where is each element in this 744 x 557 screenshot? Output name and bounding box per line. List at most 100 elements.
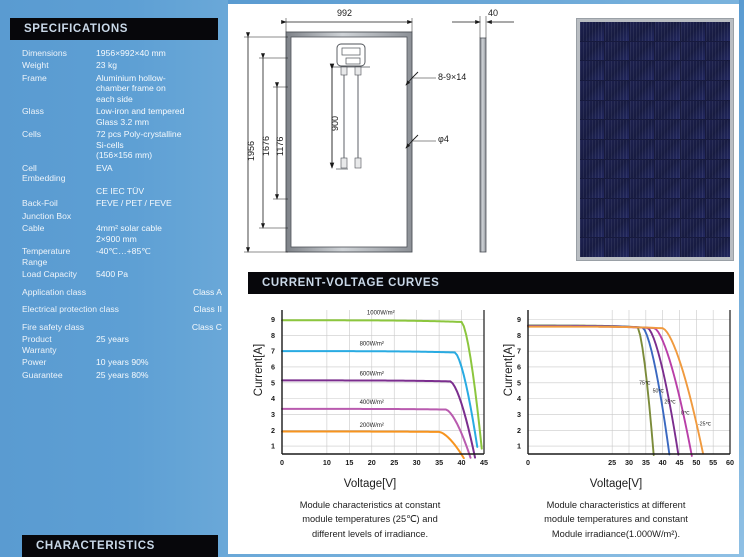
chart-irradiance: 1000W/m²800W/m²600W/m²400W/m²200W/m²0101… bbox=[248, 302, 492, 555]
solar-cell bbox=[655, 160, 679, 179]
solar-cell bbox=[655, 238, 679, 257]
solar-cell bbox=[706, 238, 730, 257]
solar-cell bbox=[681, 160, 705, 179]
spec-value: FEVE / PET / FEVE bbox=[96, 198, 222, 208]
solar-cell bbox=[655, 179, 679, 198]
dim-height3-label: 1176 bbox=[275, 137, 285, 156]
solar-cell bbox=[630, 238, 654, 257]
spec-label: Power bbox=[22, 357, 96, 367]
solar-cell bbox=[655, 219, 679, 238]
solar-cell bbox=[681, 179, 705, 198]
y-tick-label: 8 bbox=[271, 331, 275, 340]
solar-cell bbox=[630, 160, 654, 179]
curve-label--25℃: -25℃ bbox=[698, 422, 711, 428]
solar-cell bbox=[655, 22, 679, 41]
x-tick-label: 30 bbox=[413, 458, 421, 467]
y-tick-label: 3 bbox=[517, 410, 521, 419]
curves-title: CURRENT-VOLTAGE CURVES bbox=[248, 277, 439, 289]
curve--25℃ bbox=[528, 327, 703, 454]
solar-cell bbox=[681, 81, 705, 100]
characteristics-title: CHARACTERISTICS bbox=[22, 540, 155, 552]
solar-cell bbox=[580, 81, 604, 100]
spec-row: GlassLow-iron and tempered Glass 3.2 mm bbox=[22, 106, 222, 127]
spec-row: Fire safety classClass C bbox=[22, 322, 222, 332]
y-tick-label: 3 bbox=[271, 410, 275, 419]
solar-cell bbox=[681, 22, 705, 41]
spec-value: 1956×992×40 mm bbox=[96, 48, 222, 58]
dim-cable-label: 900 bbox=[330, 116, 340, 131]
spec-label: Electrical protection class bbox=[22, 304, 150, 314]
spec-value: EVA bbox=[96, 163, 222, 173]
y-tick-label: 5 bbox=[517, 378, 521, 387]
y-tick-label: 1 bbox=[517, 442, 521, 451]
y-tick-label: 4 bbox=[517, 394, 521, 403]
x-tick-label: 60 bbox=[726, 458, 734, 467]
y-tick-label: 1 bbox=[271, 442, 275, 451]
spec-label: Cable bbox=[22, 223, 96, 233]
curve-label-0℃: 0℃ bbox=[681, 410, 690, 416]
solar-cell bbox=[580, 179, 604, 198]
spec-row: Guarantee25 years 80% bbox=[22, 370, 222, 380]
solar-cell bbox=[580, 238, 604, 257]
dim-height2-label: 1676 bbox=[261, 136, 271, 156]
y-tick-label: 6 bbox=[271, 363, 275, 372]
spec-row: Electrical protection classClass II bbox=[22, 304, 222, 314]
x-tick-label: 30 bbox=[625, 458, 633, 467]
spec-label: Load Capacity bbox=[22, 269, 96, 279]
x-tick-label: 40 bbox=[458, 458, 466, 467]
curve-1000W/m² bbox=[282, 320, 482, 448]
y-tick-label: 9 bbox=[517, 315, 521, 324]
solar-cell bbox=[580, 140, 604, 159]
solar-cell bbox=[580, 120, 604, 139]
solar-cell bbox=[605, 120, 629, 139]
chart-irradiance-caption: Module characteristics at constant modul… bbox=[248, 498, 492, 541]
chart-temperature-caption: Module characteristics at different modu… bbox=[494, 498, 738, 541]
spec-value: CE IEC TÜV bbox=[96, 186, 222, 196]
solar-cell bbox=[706, 42, 730, 61]
solar-cell bbox=[605, 81, 629, 100]
solar-cell bbox=[630, 120, 654, 139]
x-tick-label: 25 bbox=[390, 458, 398, 467]
curve-75℃ bbox=[528, 326, 654, 456]
specifications-header: SPECIFICATIONS bbox=[10, 18, 218, 40]
x-tick-label: 10 bbox=[323, 458, 331, 467]
curves-header: CURRENT-VOLTAGE CURVES bbox=[248, 272, 734, 294]
solar-cell bbox=[706, 81, 730, 100]
solar-cell bbox=[630, 179, 654, 198]
spec-label: Glass bbox=[22, 106, 96, 116]
solar-cell bbox=[706, 120, 730, 139]
solar-cell bbox=[630, 219, 654, 238]
solar-cell bbox=[706, 101, 730, 120]
spec-row: Cells72 pcs Poly-crystalline Si-cells (1… bbox=[22, 129, 222, 160]
y-tick-label: 2 bbox=[271, 426, 275, 435]
spec-row: FrameAluminium hollow- chamber frame on … bbox=[22, 73, 222, 104]
x-tick-label: 0 bbox=[526, 458, 530, 467]
spec-row: Dimensions1956×992×40 mm bbox=[22, 48, 222, 58]
solar-cell bbox=[605, 238, 629, 257]
dim-width-label: 992 bbox=[337, 8, 352, 18]
solar-cell bbox=[605, 160, 629, 179]
curve-label-1000W/m²: 1000W/m² bbox=[367, 311, 395, 317]
curve-label-25℃: 25℃ bbox=[664, 399, 676, 405]
spec-row: Product Warranty25 years bbox=[22, 334, 222, 355]
spec-value: Class II bbox=[150, 304, 222, 314]
solar-cell bbox=[630, 22, 654, 41]
x-tick-label: 35 bbox=[642, 458, 650, 467]
panel-technical-drawing: 992 40 1956 1676 1176 900 8-9×14 φ4 bbox=[236, 6, 566, 264]
page-border-top bbox=[228, 0, 744, 4]
y-tick-label: 9 bbox=[271, 315, 275, 324]
curve-label-600W/m²: 600W/m² bbox=[360, 372, 384, 378]
solar-cell bbox=[655, 140, 679, 159]
spec-value: 10 years 90% bbox=[96, 357, 222, 367]
y-tick-label: 7 bbox=[271, 347, 275, 356]
x-tick-label: 0 bbox=[280, 458, 284, 467]
solar-cell bbox=[655, 81, 679, 100]
solar-cell bbox=[706, 219, 730, 238]
solar-cell bbox=[655, 61, 679, 80]
spec-label: Fire safety class bbox=[22, 322, 150, 332]
spec-row: Load Capacity5400 Pa bbox=[22, 269, 222, 279]
spec-label: Temperature Range bbox=[22, 246, 96, 267]
solar-cell bbox=[706, 61, 730, 80]
spec-value: -40℃…+85℃ bbox=[96, 246, 222, 256]
spec-value: 25 years bbox=[96, 334, 222, 344]
